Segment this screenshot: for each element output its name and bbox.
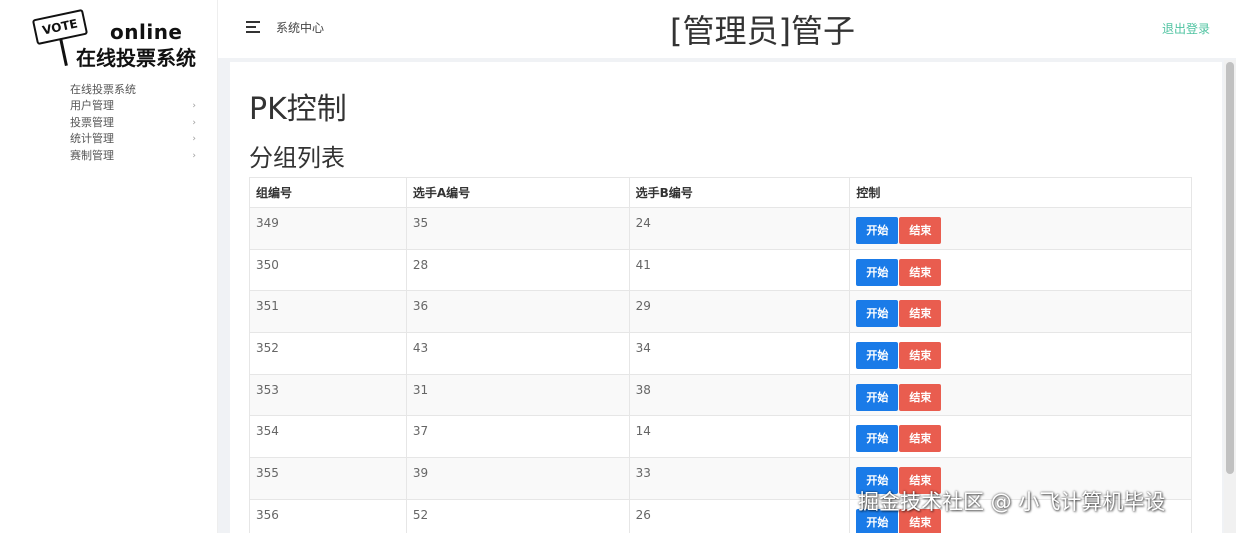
cell-player-a: 31 <box>405 373 630 417</box>
column-header-group: 组编号 <box>249 177 407 208</box>
cell-player-a: 39 <box>405 457 630 500</box>
admin-title: [管理员]管子 <box>670 12 855 50</box>
table-row: 349 35 24 开始 结束 <box>249 207 1192 250</box>
end-button[interactable]: 结束 <box>899 217 942 244</box>
watermark-text: 掘金技术社区 @ 小飞计算机毕设 <box>858 490 1166 514</box>
sidebar: VOTE online 在线投票系统 在线投票系统 用户管理 › 投票管理 › … <box>0 0 218 533</box>
table-row: 351 36 29 开始 结束 <box>249 290 1192 334</box>
chevron-right-icon: › <box>192 101 196 111</box>
system-center-label[interactable]: 系统中心 <box>276 19 324 36</box>
start-button[interactable]: 开始 <box>856 217 899 244</box>
cell-control: 开始 结束 <box>849 332 1192 375</box>
chevron-right-icon: › <box>192 150 196 161</box>
column-header-player-b: 选手B编号 <box>628 177 851 208</box>
logo-chinese-text: 在线投票系统 <box>76 46 196 70</box>
column-header-player-a: 选手A编号 <box>405 177 630 208</box>
menu-toggle-icon[interactable] <box>246 21 260 33</box>
start-button[interactable]: 开始 <box>856 383 899 411</box>
table-row: 352 43 34 开始 结束 <box>249 332 1192 375</box>
cell-control: 开始 结束 <box>849 373 1192 417</box>
end-button[interactable]: 结束 <box>899 425 942 453</box>
cell-player-a: 36 <box>405 290 630 334</box>
sidebar-item-vote-management[interactable]: 投票管理 › <box>70 115 200 132</box>
section-title: 分组列表 <box>249 144 345 172</box>
table-row: 354 37 14 开始 结束 <box>249 415 1192 459</box>
start-button[interactable]: 开始 <box>856 425 899 453</box>
sidebar-item-label: 赛制管理 <box>70 148 114 162</box>
cell-player-a: 43 <box>405 332 630 375</box>
sidebar-item-label: 投票管理 <box>70 115 114 129</box>
sidebar-item-label: 用户管理 <box>70 99 114 112</box>
cell-group: 356 <box>249 498 407 533</box>
cell-group: 354 <box>249 415 407 459</box>
cell-group: 349 <box>249 207 407 250</box>
start-button[interactable]: 开始 <box>856 258 899 286</box>
logout-link[interactable]: 退出登录 <box>1162 20 1210 37</box>
cell-player-b: 29 <box>628 290 851 334</box>
chevron-right-icon: › <box>192 117 196 128</box>
group-table: 组编号 选手A编号 选手B编号 控制 349 35 24 开始 结束 350 28… <box>249 177 1192 533</box>
cell-control: 开始 结束 <box>849 290 1192 334</box>
cell-player-a: 28 <box>405 248 630 292</box>
cell-player-b: 26 <box>628 498 851 533</box>
sidebar-item-stats-management[interactable]: 统计管理 › <box>70 131 200 148</box>
table-header-row: 组编号 选手A编号 选手B编号 控制 <box>249 177 1192 208</box>
cell-player-b: 24 <box>628 207 851 250</box>
table-row: 353 31 38 开始 结束 <box>249 373 1192 417</box>
cell-player-b: 34 <box>628 332 851 375</box>
column-header-control: 控制 <box>849 177 1192 208</box>
cell-control: 开始 结束 <box>849 207 1192 250</box>
start-button[interactable]: 开始 <box>856 342 899 370</box>
cell-group: 355 <box>249 457 407 500</box>
cell-player-b: 33 <box>628 457 851 500</box>
top-header: 系统中心 [管理员]管子 退出登录 <box>218 0 1236 58</box>
cell-control: 开始 结束 <box>849 248 1192 292</box>
vertical-scrollbar[interactable] <box>1224 60 1236 533</box>
cell-player-a: 37 <box>405 415 630 459</box>
cell-player-b: 38 <box>628 373 851 417</box>
cell-group: 351 <box>249 290 407 334</box>
sidebar-item-match-management[interactable]: 赛制管理 › <box>70 148 200 165</box>
sidebar-menu: 在线投票系统 用户管理 › 投票管理 › 统计管理 › 赛制管理 › <box>70 82 200 164</box>
end-button[interactable]: 结束 <box>899 342 942 370</box>
cell-group: 353 <box>249 373 407 417</box>
chevron-right-icon: › <box>192 134 196 144</box>
logo-sign-text: VOTE <box>41 16 79 38</box>
end-button[interactable]: 结束 <box>899 300 942 328</box>
cell-group: 350 <box>249 248 407 292</box>
cell-control: 开始 结束 <box>849 415 1192 459</box>
vote-stick-icon <box>59 37 68 67</box>
cell-player-b: 14 <box>628 415 851 459</box>
logo-english-text: online <box>110 20 183 44</box>
sidebar-item-label: 统计管理 <box>70 132 114 145</box>
table-row: 350 28 41 开始 结束 <box>249 248 1192 292</box>
page-title: PK控制 <box>249 92 347 127</box>
app-logo[interactable]: VOTE online 在线投票系统 <box>30 8 220 70</box>
cell-player-a: 35 <box>405 207 630 250</box>
sidebar-title: 在线投票系统 <box>70 83 136 96</box>
start-button[interactable]: 开始 <box>856 300 899 328</box>
cell-player-b: 41 <box>628 248 851 292</box>
sidebar-item-user-management[interactable]: 用户管理 › <box>70 98 200 115</box>
cell-group: 352 <box>249 332 407 375</box>
end-button[interactable]: 结束 <box>899 383 942 411</box>
scrollbar-thumb[interactable] <box>1226 62 1234 474</box>
cell-player-a: 52 <box>405 498 630 533</box>
end-button[interactable]: 结束 <box>899 258 942 286</box>
